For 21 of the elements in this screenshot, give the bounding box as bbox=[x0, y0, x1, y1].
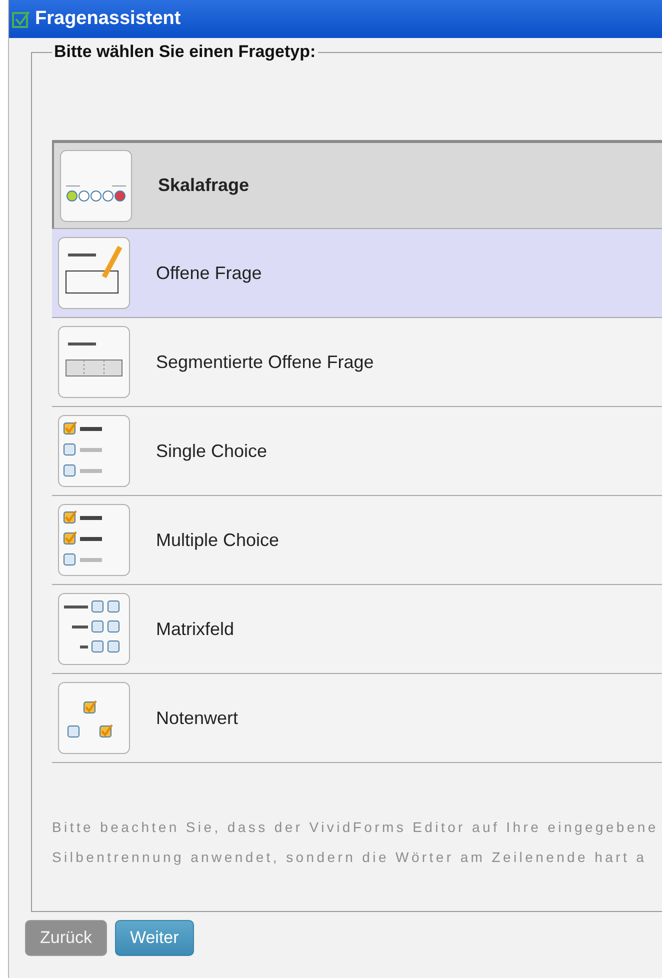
question-type-label: Segmentierte Offene Frage bbox=[156, 352, 374, 372]
question-type-icon bbox=[60, 150, 132, 222]
window-title: Fragenassistent bbox=[35, 8, 181, 30]
question-type-icon bbox=[58, 682, 130, 754]
group-legend: Bitte wählen Sie einen Fragetyp: bbox=[52, 42, 318, 62]
question-type-label: Notenwert bbox=[156, 708, 238, 728]
question-type-label: Matrixfeld bbox=[156, 618, 234, 640]
note-text: Silbentrennung anwendet, sondern die Wörter am Zeilenende hart a bbox=[52, 849, 648, 865]
note-text: Bitte beachten Sie, dass der VividForms Editor auf Ihre eingegebene bbox=[52, 819, 660, 835]
question-type-icon bbox=[58, 326, 130, 398]
question-type-icon bbox=[58, 593, 130, 665]
question-type-icon bbox=[58, 415, 130, 487]
question-type-icon bbox=[58, 237, 130, 309]
question-type-item[interactable]: Offene Frage bbox=[52, 229, 662, 318]
question-type-item[interactable]: Skalafrage bbox=[52, 140, 662, 229]
question-type-label: Single Choice bbox=[156, 440, 268, 462]
question-type-label: Multiple Choice bbox=[156, 530, 280, 550]
question-type-icon bbox=[58, 504, 130, 576]
question-type-label: Offene Frage bbox=[156, 262, 262, 284]
question-type-label: Skalafrage bbox=[158, 175, 250, 196]
checkbox-icon bbox=[11, 9, 31, 29]
